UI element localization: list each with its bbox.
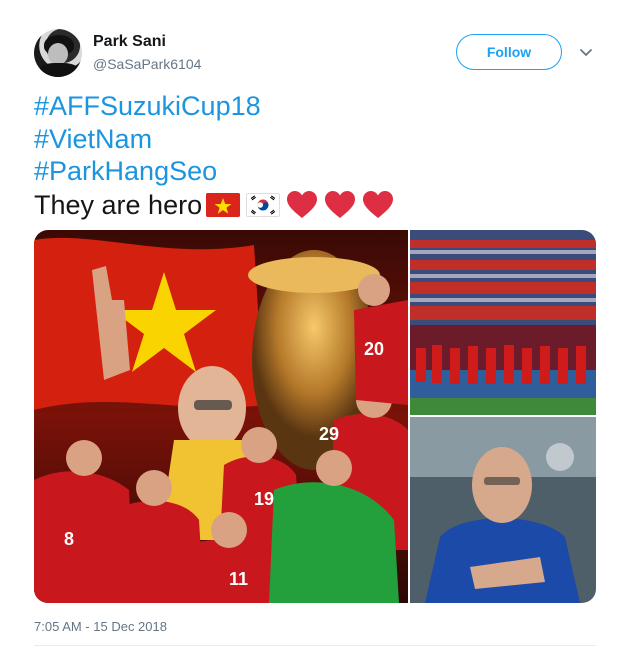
coach-portrait-photo[interactable] bbox=[410, 417, 596, 603]
tweet-timestamp[interactable]: 7:05 AM - 15 Dec 2018 bbox=[34, 619, 167, 634]
svg-text:8: 8 bbox=[64, 529, 74, 549]
svg-text:20: 20 bbox=[364, 339, 384, 359]
display-name[interactable]: Park Sani bbox=[93, 33, 166, 51]
tweet: Park Sani @SaSaPark6104 Follow #AFFSuzuk… bbox=[0, 0, 630, 651]
divider bbox=[34, 645, 596, 646]
stadium-players-photo[interactable] bbox=[410, 230, 596, 415]
red-heart-icon bbox=[363, 191, 394, 219]
hashtag-link[interactable]: #AFFSuzukiCup18 bbox=[34, 90, 394, 123]
red-heart-icon bbox=[287, 191, 318, 219]
hashtag-link[interactable]: #VietNam bbox=[34, 123, 394, 156]
follow-button[interactable]: Follow bbox=[456, 34, 562, 70]
svg-text:29: 29 bbox=[319, 424, 339, 444]
media-grid: 8 19 20 29 11 bbox=[34, 230, 596, 603]
team-celebration-photo[interactable]: 8 19 20 29 11 bbox=[34, 230, 408, 603]
svg-text:11: 11 bbox=[229, 569, 248, 589]
south-korea-flag-icon bbox=[246, 193, 281, 218]
avatar[interactable] bbox=[34, 29, 82, 77]
chevron-down-icon[interactable] bbox=[578, 44, 594, 60]
emoji-row bbox=[206, 190, 394, 220]
red-heart-icon bbox=[325, 191, 356, 219]
user-handle[interactable]: @SaSaPark6104 bbox=[93, 56, 201, 72]
svg-text:19: 19 bbox=[254, 489, 274, 509]
tweet-text: #AFFSuzukiCup18 #VietNam #ParkHangSeo Th… bbox=[34, 90, 394, 222]
hashtag-link[interactable]: #ParkHangSeo bbox=[34, 155, 394, 188]
tweet-body-text: They are hero bbox=[34, 190, 203, 221]
vietnam-flag-icon bbox=[206, 193, 241, 218]
